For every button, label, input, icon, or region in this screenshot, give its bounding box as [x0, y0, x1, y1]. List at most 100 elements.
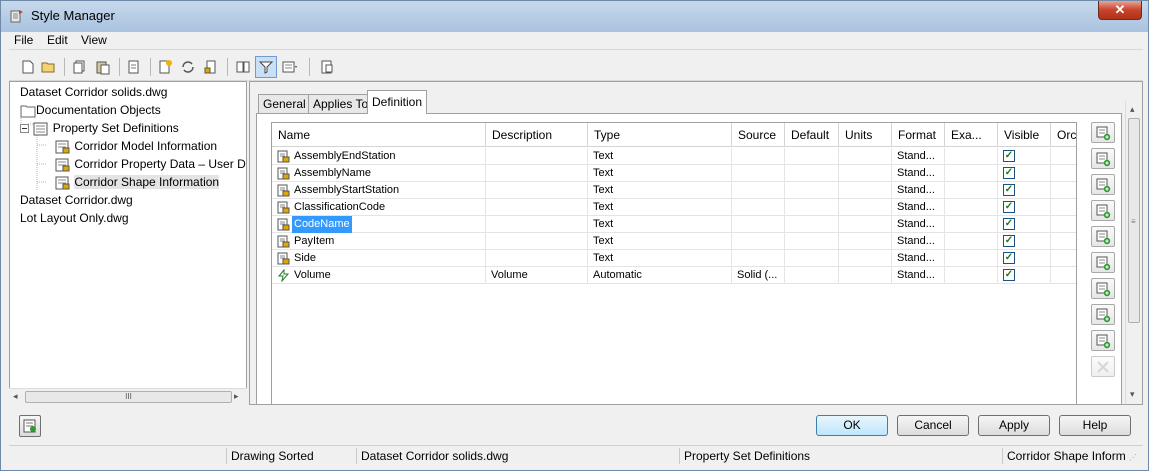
column-header[interactable]: Units	[839, 123, 892, 147]
scroll-left-icon[interactable]: ◂	[13, 391, 18, 402]
tree-node-documentation-objects[interactable]: Documentation Objects	[20, 102, 161, 119]
cell-source[interactable]	[732, 233, 785, 250]
cell-description[interactable]	[486, 199, 588, 216]
add-formula-property-button[interactable]	[1091, 174, 1115, 195]
refresh-icon[interactable]	[179, 58, 197, 76]
cell-name[interactable]: ClassificationCode	[272, 199, 486, 216]
cell-description[interactable]	[486, 250, 588, 267]
visible-checkbox[interactable]: ✓	[1003, 218, 1015, 230]
cell-units[interactable]	[839, 148, 892, 165]
cell-source[interactable]	[732, 182, 785, 199]
apply-button[interactable]: Apply	[978, 415, 1050, 436]
tree-node-drawing[interactable]: Dataset Corridor.dwg	[20, 192, 133, 209]
column-header[interactable]: Source	[732, 123, 785, 147]
cell-type[interactable]: Text	[588, 148, 732, 165]
tree-node-drawing[interactable]: Lot Layout Only.dwg	[20, 210, 129, 227]
cell-units[interactable]	[839, 233, 892, 250]
cell-visible[interactable]: ✓	[998, 182, 1051, 199]
cell-name[interactable]: AssemblyStartStation	[272, 182, 486, 199]
add-manual-property-button[interactable]	[1091, 122, 1115, 143]
table-row[interactable]: Volume Volume Automatic Solid (... Stand... ✓	[272, 267, 1076, 284]
cell-example[interactable]	[945, 233, 998, 250]
menu-view[interactable]: View	[81, 33, 107, 47]
cell-description[interactable]	[486, 182, 588, 199]
scroll-right-icon[interactable]: ▸	[234, 391, 239, 402]
cell-visible[interactable]: ✓	[998, 216, 1051, 233]
table-row[interactable]: ClassificationCode Text Stand... ✓	[272, 199, 1076, 216]
add-graphic-property-button[interactable]	[1091, 278, 1115, 299]
cell-type[interactable]: Text	[588, 250, 732, 267]
cell-source[interactable]	[732, 148, 785, 165]
cell-format[interactable]: Stand...	[892, 182, 945, 199]
column-header[interactable]: Type	[588, 123, 732, 147]
scroll-thumb[interactable]: ≡	[1128, 118, 1140, 323]
cell-visible[interactable]: ✓	[998, 267, 1051, 284]
table-row[interactable]: CodeName Text Stand... ✓	[272, 216, 1076, 233]
tree-node-drawing[interactable]: Dataset Corridor solids.dwg	[20, 84, 167, 101]
visible-checkbox[interactable]: ✓	[1003, 269, 1015, 281]
cell-units[interactable]	[839, 165, 892, 182]
cell-visible[interactable]: ✓	[998, 148, 1051, 165]
column-header[interactable]: Visible	[998, 123, 1051, 147]
visible-checkbox[interactable]: ✓	[1003, 167, 1015, 179]
tab-general[interactable]: General	[258, 94, 311, 113]
paste-icon[interactable]	[94, 58, 112, 76]
cell-units[interactable]	[839, 216, 892, 233]
help-icon[interactable]	[318, 58, 336, 76]
add-automatic-property-button[interactable]	[1091, 148, 1115, 169]
cell-order[interactable]	[1051, 148, 1076, 165]
resize-grip-icon[interactable]: ⋰	[1129, 453, 1141, 465]
cell-format[interactable]: Stand...	[892, 267, 945, 284]
cell-format[interactable]: Stand...	[892, 250, 945, 267]
cell-example[interactable]	[945, 182, 998, 199]
tree-node-property-set-definitions[interactable]: Property Set Definitions	[20, 120, 179, 137]
view-options-icon[interactable]	[281, 58, 299, 76]
scroll-up-icon[interactable]: ▴	[1130, 104, 1135, 115]
cell-format[interactable]: Stand...	[892, 199, 945, 216]
column-header[interactable]: Name	[272, 123, 486, 147]
edit-style-icon[interactable]	[202, 58, 220, 76]
visible-checkbox[interactable]: ✓	[1003, 184, 1015, 196]
new-style-icon[interactable]	[156, 58, 174, 76]
drawing-options-button[interactable]	[19, 415, 41, 437]
ok-button[interactable]: OK	[816, 415, 888, 436]
cell-example[interactable]	[945, 216, 998, 233]
table-row[interactable]: AssemblyName Text Stand... ✓	[272, 165, 1076, 182]
open-icon[interactable]	[40, 58, 58, 76]
visible-checkbox[interactable]: ✓	[1003, 201, 1015, 213]
cell-source[interactable]	[732, 216, 785, 233]
cell-order[interactable]	[1051, 182, 1076, 199]
table-row[interactable]: PayItem Text Stand... ✓	[272, 233, 1076, 250]
column-header[interactable]: Default	[785, 123, 839, 147]
visible-checkbox[interactable]: ✓	[1003, 150, 1015, 162]
cell-units[interactable]	[839, 199, 892, 216]
add-anchor-property-button[interactable]	[1091, 304, 1115, 325]
copy-icon[interactable]	[71, 58, 89, 76]
cell-description[interactable]: Volume	[486, 267, 588, 284]
cell-visible[interactable]: ✓	[998, 250, 1051, 267]
cell-type[interactable]: Text	[588, 182, 732, 199]
tree-node-corridor-model-information[interactable]: Corridor Model Information	[55, 138, 217, 155]
tab-applies-to[interactable]: Applies To	[308, 94, 374, 113]
toggle-view-icon[interactable]	[234, 58, 252, 76]
add-location-property-button[interactable]	[1091, 200, 1115, 221]
cell-type[interactable]: Text	[588, 165, 732, 182]
cell-order[interactable]	[1051, 267, 1076, 284]
cell-type[interactable]: Text	[588, 233, 732, 250]
cell-order[interactable]	[1051, 250, 1076, 267]
cell-units[interactable]	[839, 182, 892, 199]
cell-example[interactable]	[945, 250, 998, 267]
column-header[interactable]: Format	[892, 123, 945, 147]
cell-source[interactable]	[732, 165, 785, 182]
cell-description[interactable]	[486, 216, 588, 233]
cancel-button[interactable]: Cancel	[897, 415, 969, 436]
cell-description[interactable]	[486, 165, 588, 182]
visible-checkbox[interactable]: ✓	[1003, 235, 1015, 247]
add-project-property-button[interactable]	[1091, 330, 1115, 351]
cell-source[interactable]	[732, 250, 785, 267]
cell-example[interactable]	[945, 267, 998, 284]
cell-example[interactable]	[945, 148, 998, 165]
cell-order[interactable]	[1051, 233, 1076, 250]
cell-source[interactable]	[732, 199, 785, 216]
cell-name[interactable]: PayItem	[272, 233, 486, 250]
